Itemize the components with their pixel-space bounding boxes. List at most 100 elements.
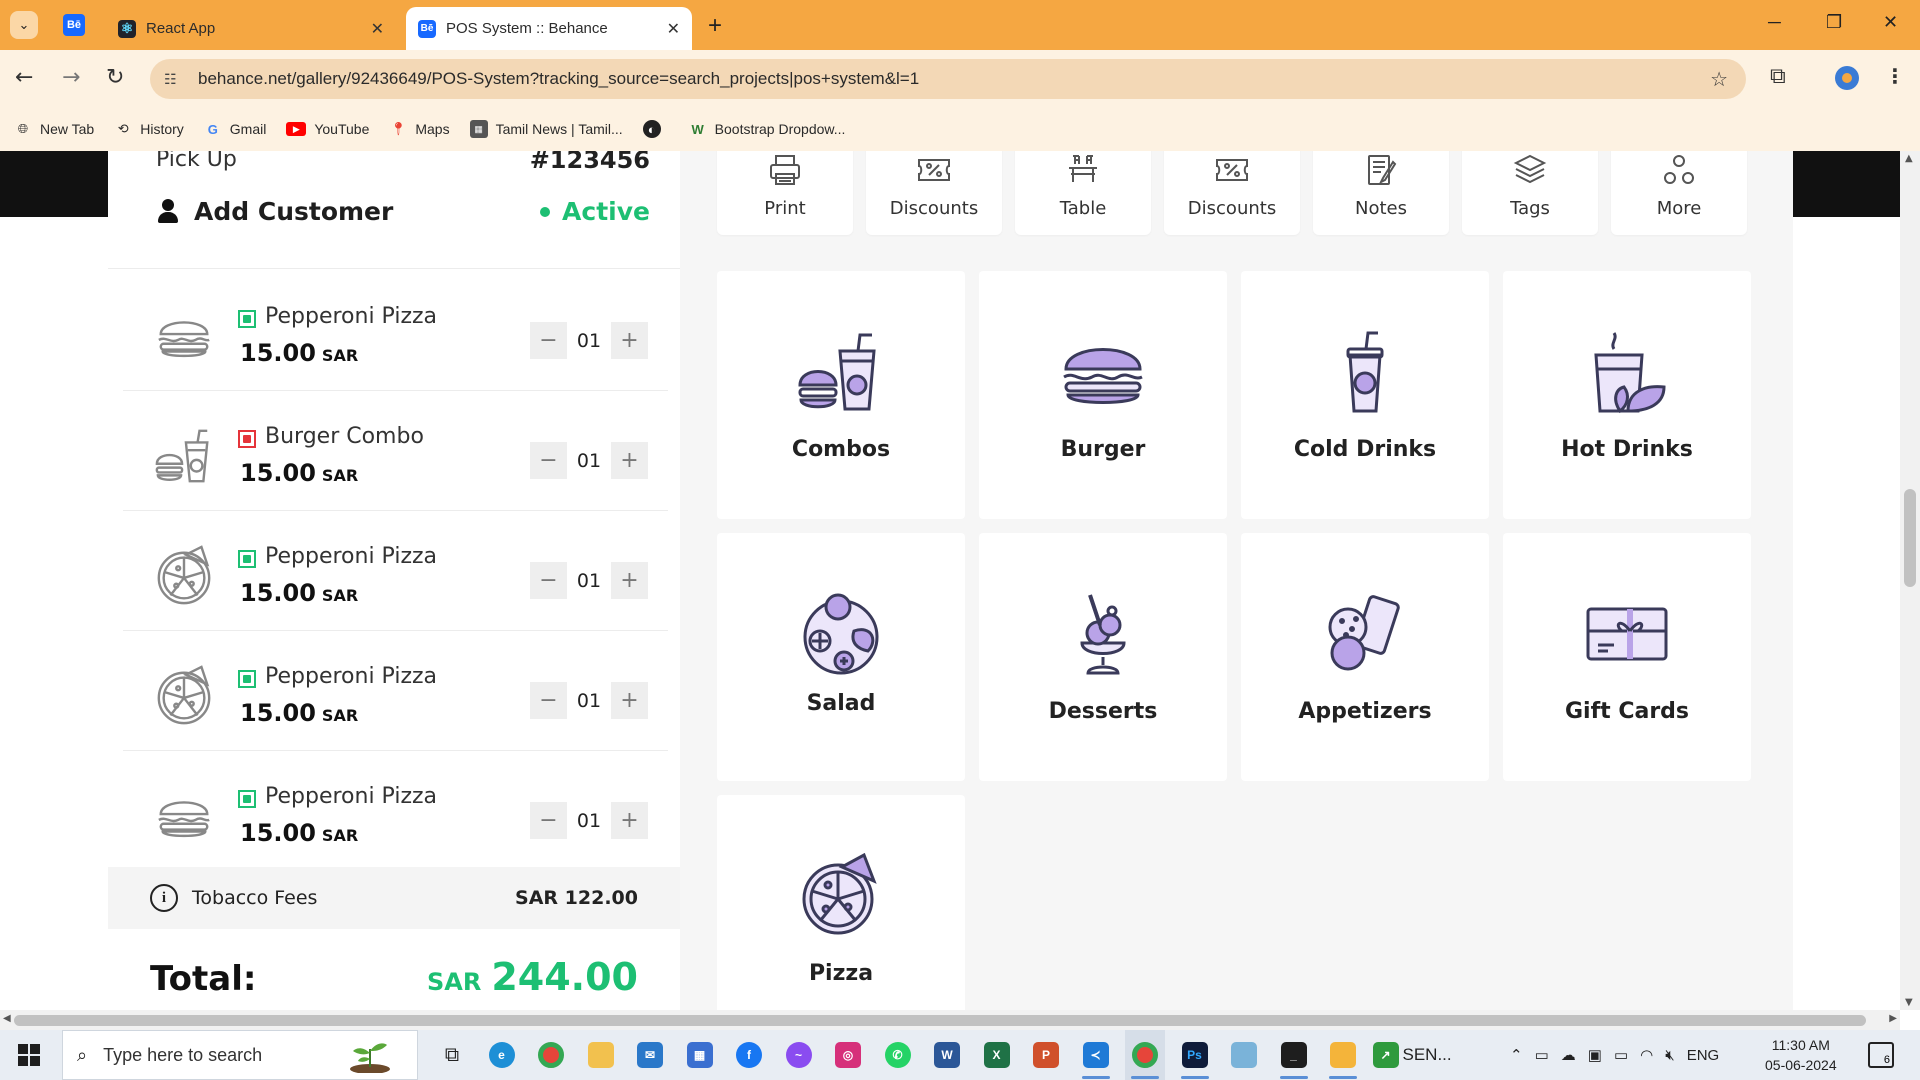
windows-start-icon[interactable] bbox=[18, 1044, 40, 1066]
category-appetizers[interactable]: Appetizers bbox=[1241, 533, 1489, 781]
action-discounts-button[interactable]: Discounts bbox=[866, 151, 1002, 235]
category-desserts[interactable]: Desserts bbox=[979, 533, 1227, 781]
action-print-button[interactable]: Print bbox=[717, 151, 853, 235]
task-view-icon[interactable]: ⧉ bbox=[432, 1030, 472, 1080]
profile-avatar[interactable] bbox=[1835, 66, 1859, 90]
scroll-right-icon[interactable]: ▶ bbox=[1889, 1013, 1897, 1024]
address-bar[interactable]: ☷ behance.net/gallery/92436649/POS-Syste… bbox=[150, 59, 1746, 99]
increment-button[interactable]: + bbox=[611, 802, 648, 839]
chevron-up-icon[interactable]: ⌃ bbox=[1510, 1046, 1523, 1064]
decrement-button[interactable]: − bbox=[530, 322, 567, 359]
facebook-icon[interactable]: f bbox=[729, 1030, 769, 1080]
volume-icon[interactable]: 🔇︎ bbox=[1665, 1047, 1674, 1064]
bookmark-maps[interactable]: 📍︎ Maps bbox=[389, 120, 450, 138]
mail-icon[interactable]: ✉ bbox=[630, 1030, 670, 1080]
category-gift-cards[interactable]: Gift Cards bbox=[1503, 533, 1751, 781]
reload-icon[interactable]: ↻ bbox=[106, 65, 124, 90]
bookmark-youtube[interactable]: ▶ YouTube bbox=[286, 121, 369, 137]
clock[interactable]: 11:30 AM 05-06-2024 bbox=[1765, 1035, 1837, 1075]
decrement-button[interactable]: − bbox=[530, 442, 567, 479]
action-discounts-button[interactable]: Discounts bbox=[1164, 151, 1300, 235]
cloud-icon[interactable]: ☁ bbox=[1561, 1046, 1576, 1064]
minimize-icon[interactable]: ─ bbox=[1768, 12, 1781, 33]
action-more-button[interactable]: More bbox=[1611, 151, 1747, 235]
action-notes-button[interactable]: Notes bbox=[1313, 151, 1449, 235]
edge-icon[interactable]: e bbox=[482, 1030, 522, 1080]
tab-pos-system[interactable]: Bē POS System :: Behance ✕ bbox=[406, 7, 692, 50]
restore-icon[interactable]: ❐ bbox=[1826, 12, 1842, 33]
chrome-icon[interactable] bbox=[1125, 1030, 1165, 1080]
horizontal-scrollbar[interactable]: ◀ ▶ bbox=[0, 1010, 1900, 1030]
meet-icon[interactable]: ▭ bbox=[1535, 1046, 1549, 1064]
display-icon[interactable]: ▣ bbox=[1588, 1046, 1602, 1064]
messenger-icon[interactable]: ~ bbox=[779, 1030, 819, 1080]
scroll-down-icon[interactable]: ▼ bbox=[1905, 997, 1913, 1008]
notifications-icon[interactable]: 6 bbox=[1868, 1042, 1894, 1068]
file-explorer-icon[interactable] bbox=[581, 1030, 621, 1080]
pinned-tab-behance[interactable]: Bē bbox=[63, 14, 85, 36]
battery-icon[interactable]: ▭ bbox=[1614, 1046, 1628, 1064]
site-info-icon[interactable]: ☷ bbox=[164, 71, 184, 88]
powerpoint-icon[interactable]: P bbox=[1026, 1030, 1066, 1080]
kebab-menu-icon[interactable]: ⋮ bbox=[1885, 64, 1905, 88]
back-icon[interactable]: ← bbox=[15, 65, 33, 90]
decrement-button[interactable]: − bbox=[530, 562, 567, 599]
chrome-icon[interactable] bbox=[531, 1030, 571, 1080]
info-icon[interactable]: i bbox=[150, 884, 178, 912]
category-cold-drinks[interactable]: Cold Drinks bbox=[1241, 271, 1489, 519]
close-icon[interactable]: ✕ bbox=[667, 19, 680, 39]
add-customer-button[interactable]: Add Customer bbox=[156, 197, 393, 226]
new-tab-button[interactable]: + bbox=[708, 12, 722, 40]
order-item[interactable]: Pepperoni Pizza 15.00 SAR − 01 + bbox=[123, 751, 668, 871]
increment-button[interactable]: + bbox=[611, 682, 648, 719]
word-icon[interactable]: W bbox=[927, 1030, 967, 1080]
extensions-icon[interactable]: ⧉ bbox=[1770, 64, 1786, 89]
instagram-icon[interactable]: ◎ bbox=[828, 1030, 868, 1080]
scrollbar-thumb[interactable] bbox=[14, 1015, 1866, 1026]
bookmark-gmail[interactable]: G Gmail bbox=[204, 120, 267, 138]
scroll-up-icon[interactable]: ▲ bbox=[1905, 153, 1913, 164]
bookmark-globe[interactable]: ◐ bbox=[642, 120, 669, 138]
category-hot-drinks[interactable]: Hot Drinks bbox=[1503, 271, 1751, 519]
bookmark-star-icon[interactable]: ☆ bbox=[1710, 67, 1728, 92]
order-type[interactable]: Pick Up bbox=[156, 151, 237, 172]
photoshop-icon[interactable]: Ps bbox=[1175, 1030, 1215, 1080]
store-icon[interactable]: ▦ bbox=[680, 1030, 720, 1080]
decrement-button[interactable]: − bbox=[530, 802, 567, 839]
tab-react-app[interactable]: ⚛ React App ✕ bbox=[106, 7, 396, 50]
bookmark-bootstrap[interactable]: W Bootstrap Dropdow... bbox=[689, 120, 846, 138]
category-pizza[interactable]: Pizza bbox=[717, 795, 965, 1010]
tab-search-button[interactable]: ⌄ bbox=[10, 11, 38, 39]
bookmark-history[interactable]: ⟲ History bbox=[114, 120, 184, 138]
scroll-left-icon[interactable]: ◀ bbox=[3, 1013, 11, 1024]
decrement-button[interactable]: − bbox=[530, 682, 567, 719]
stock-app-button[interactable]: ↗ SEN... bbox=[1372, 1030, 1452, 1080]
whatsapp-icon[interactable]: ✆ bbox=[878, 1030, 918, 1080]
action-table-button[interactable]: Table bbox=[1015, 151, 1151, 235]
order-item[interactable]: Pepperoni Pizza 15.00 SAR − 01 + bbox=[123, 511, 668, 631]
folder-app-icon[interactable] bbox=[1323, 1030, 1363, 1080]
taskbar-search-input[interactable]: ⌕ Type here to search bbox=[62, 1030, 418, 1080]
vertical-scrollbar[interactable]: ▲ ▼ bbox=[1900, 151, 1920, 1010]
increment-button[interactable]: + bbox=[611, 322, 648, 359]
order-item[interactable]: Burger Combo 15.00 SAR − 01 + bbox=[123, 391, 668, 511]
language-indicator[interactable]: ENG bbox=[1687, 1047, 1720, 1064]
scrollbar-thumb[interactable] bbox=[1904, 489, 1916, 587]
forward-icon[interactable]: → bbox=[62, 65, 80, 90]
wifi-icon[interactable]: ◠ bbox=[1640, 1046, 1653, 1064]
action-tags-button[interactable]: Tags bbox=[1462, 151, 1598, 235]
category-combos[interactable]: Combos bbox=[717, 271, 965, 519]
order-item[interactable]: Pepperoni Pizza 15.00 SAR − 01 + bbox=[123, 271, 668, 391]
vscode-icon[interactable]: ≺ bbox=[1076, 1030, 1116, 1080]
order-item[interactable]: Pepperoni Pizza 15.00 SAR − 01 + bbox=[123, 631, 668, 751]
increment-button[interactable]: + bbox=[611, 562, 648, 599]
terminal-icon[interactable]: _ bbox=[1274, 1030, 1314, 1080]
app-icon[interactable] bbox=[1224, 1030, 1264, 1080]
close-icon[interactable]: ✕ bbox=[371, 19, 384, 39]
excel-icon[interactable]: X bbox=[977, 1030, 1017, 1080]
close-window-icon[interactable]: ✕ bbox=[1883, 12, 1898, 33]
increment-button[interactable]: + bbox=[611, 442, 648, 479]
category-salad[interactable]: Salad bbox=[717, 533, 965, 781]
category-burger[interactable]: Burger bbox=[979, 271, 1227, 519]
bookmark-tamil-news[interactable]: ▦ Tamil News | Tamil... bbox=[469, 120, 623, 138]
